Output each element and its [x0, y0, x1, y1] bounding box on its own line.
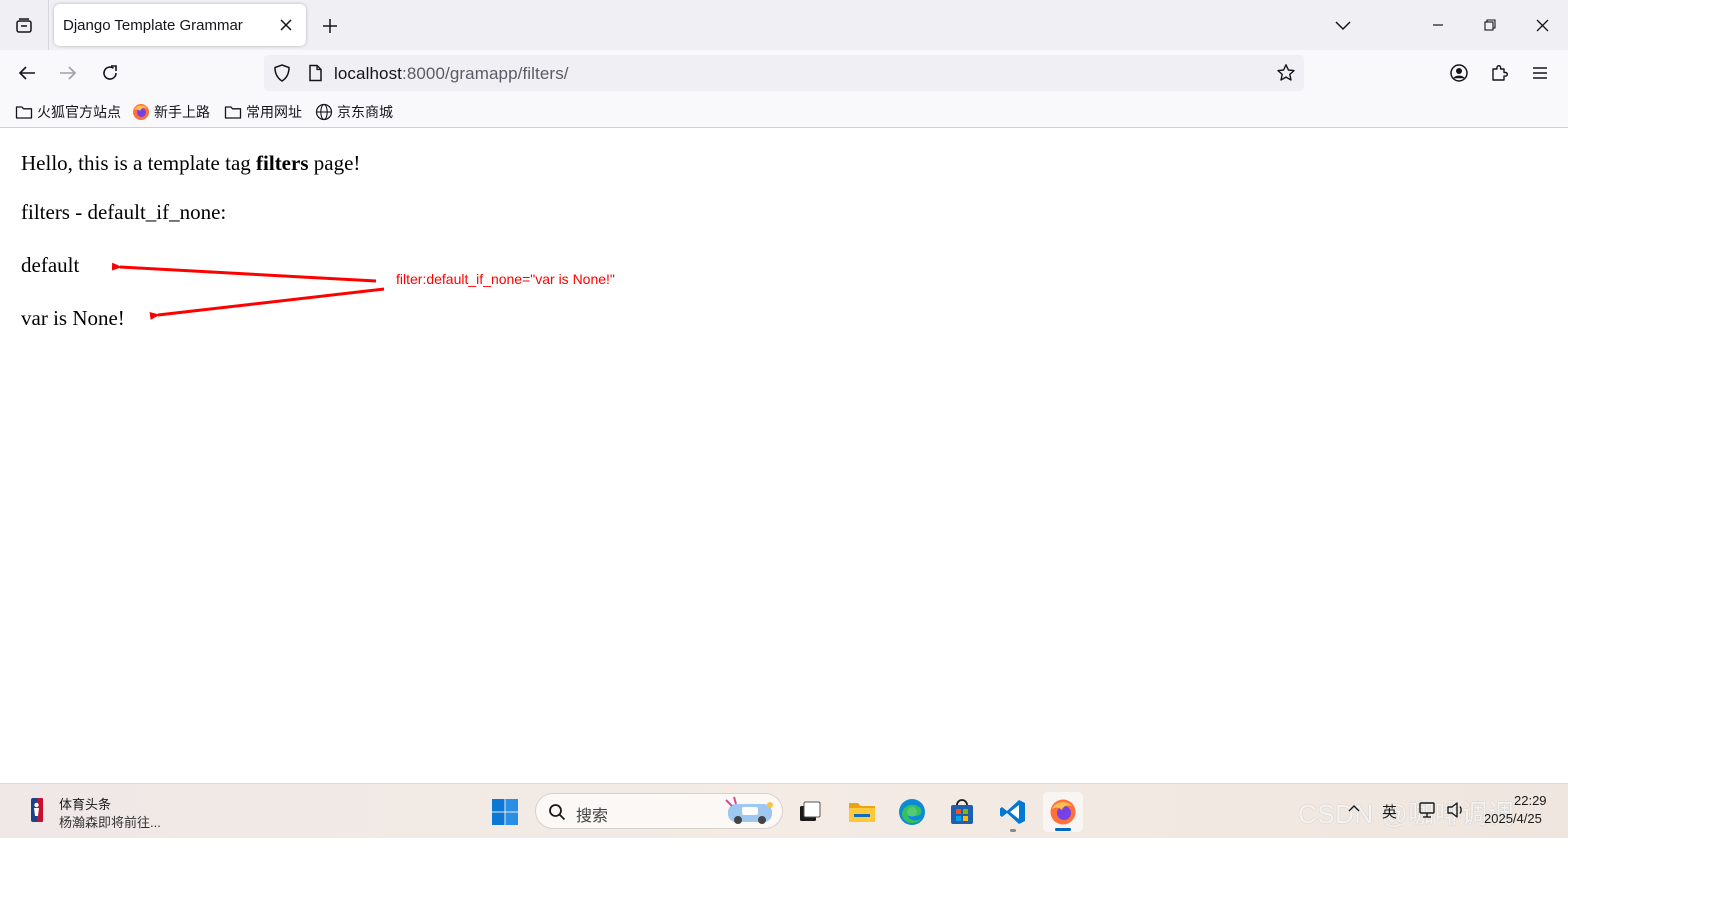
url-text[interactable]: localhost:8000/gramapp/filters/ [334, 64, 569, 84]
microsoft-store-button[interactable] [942, 792, 982, 832]
bookmark-label: 京东商城 [337, 104, 393, 120]
plus-icon [323, 19, 337, 33]
store-icon [951, 799, 973, 824]
bookmark-item-official-site[interactable]: 火狐官方站点 [15, 102, 121, 122]
start-button[interactable] [485, 792, 525, 832]
search-highlight-illustration-icon [725, 796, 773, 824]
bookmark-item-getting-started[interactable]: 新手上路 [132, 102, 210, 122]
vscode-icon [1000, 800, 1025, 824]
forward-button[interactable] [53, 58, 83, 88]
folder-icon [224, 106, 242, 119]
arrow-to-default [111, 262, 377, 283]
task-view-button[interactable] [790, 792, 830, 832]
watermark: CSDN @咖啡调调 [1298, 799, 1515, 829]
firefox-active-indicator [1055, 828, 1071, 831]
close-icon [280, 19, 292, 31]
clock-time[interactable]: 22:29 [1514, 793, 1547, 808]
tab-list-icon [16, 18, 32, 33]
close-icon [1536, 19, 1548, 31]
annotation-label: filter:default_if_none="var is None!" [396, 271, 615, 287]
minimize-button[interactable] [1412, 0, 1464, 50]
globe-icon [315, 103, 333, 121]
tab-active[interactable]: Django Template Grammar [54, 4, 306, 46]
app-menu-button[interactable] [1525, 58, 1555, 88]
url-path: :8000/gramapp/filters/ [402, 64, 569, 83]
chevron-up-icon[interactable] [1348, 804, 1360, 812]
tab-title: Django Template Grammar [63, 17, 243, 34]
bookmarks-toolbar: 火狐官方站点 新手上路 常用网址 京东商城 [0, 96, 1568, 128]
bookmark-label: 常用网址 [246, 104, 302, 120]
puzzle-icon [1492, 65, 1508, 81]
address-bar[interactable]: localhost:8000/gramapp/filters/ [264, 55, 1304, 91]
extensions-button[interactable] [1485, 58, 1515, 88]
tracking-protection-shield-icon[interactable] [272, 63, 292, 83]
bookmark-star-icon[interactable] [1276, 63, 1296, 83]
new-tab-button[interactable] [316, 12, 344, 40]
tab-close-button[interactable] [274, 13, 298, 37]
taskbar-search[interactable]: 搜索 [535, 793, 783, 829]
close-window-button[interactable] [1516, 0, 1568, 50]
windows-taskbar: 体育头条 杨瀚森即将前往... 搜索 CSDN @咖啡调调 英 22:29 20… [0, 783, 1568, 838]
page-info-icon[interactable] [306, 64, 324, 82]
back-arrow-icon [18, 66, 35, 80]
edge-browser-button[interactable] [892, 792, 932, 832]
news-widget-subtitle[interactable]: 杨瀚森即将前往... [59, 812, 161, 831]
navigation-bar: localhost:8000/gramapp/filters/ [0, 50, 1568, 96]
reload-button[interactable] [95, 58, 125, 88]
file-explorer-button[interactable] [842, 792, 882, 832]
restore-icon [1484, 19, 1496, 31]
minimize-icon [1433, 24, 1443, 26]
account-icon [1450, 64, 1468, 82]
vscode-button[interactable] [993, 792, 1033, 832]
firefox-icon [1050, 799, 1076, 825]
windows-logo-icon [492, 799, 518, 825]
firefox-taskbar-button[interactable] [1043, 792, 1083, 832]
bookmark-label: 火狐官方站点 [37, 104, 121, 120]
page-content: Hello, this is a template tag filters pa… [0, 129, 1568, 783]
arrow-to-var-is-none [149, 287, 385, 320]
folder-icon [849, 803, 875, 822]
vscode-open-indicator [1010, 829, 1016, 832]
reload-icon [103, 65, 117, 80]
bookmark-item-jd[interactable]: 京东商城 [315, 102, 393, 122]
task-view-icon [800, 801, 821, 821]
tab-list-button[interactable] [8, 10, 40, 42]
firefox-icon [133, 104, 149, 120]
hamburger-menu-icon [1533, 67, 1547, 79]
volume-icon[interactable] [1446, 801, 1466, 819]
edge-icon [899, 799, 925, 825]
tab-bar: Django Template Grammar [0, 0, 1568, 50]
annotation-arrows [111, 262, 385, 320]
network-icon[interactable] [1418, 801, 1436, 819]
bookmark-label: 新手上路 [154, 104, 210, 120]
search-placeholder: 搜索 [576, 808, 609, 825]
chevron-down-icon [1335, 21, 1351, 31]
news-widget-title[interactable]: 体育头条 [59, 794, 111, 813]
tab-separator [48, 0, 49, 50]
nba-logo-icon[interactable] [24, 797, 50, 823]
account-button[interactable] [1444, 58, 1474, 88]
input-method-indicator[interactable]: 英 [1382, 801, 1397, 822]
forward-arrow-icon [60, 66, 77, 80]
back-button[interactable] [12, 58, 42, 88]
restore-button[interactable] [1464, 0, 1516, 50]
bookmark-item-common-sites[interactable]: 常用网址 [224, 102, 302, 122]
url-host: localhost [334, 64, 402, 83]
search-icon [549, 804, 566, 821]
tab-overflow-button[interactable] [1328, 12, 1358, 40]
folder-icon [15, 106, 33, 119]
clock-date[interactable]: 2025/4/25 [1484, 811, 1542, 826]
